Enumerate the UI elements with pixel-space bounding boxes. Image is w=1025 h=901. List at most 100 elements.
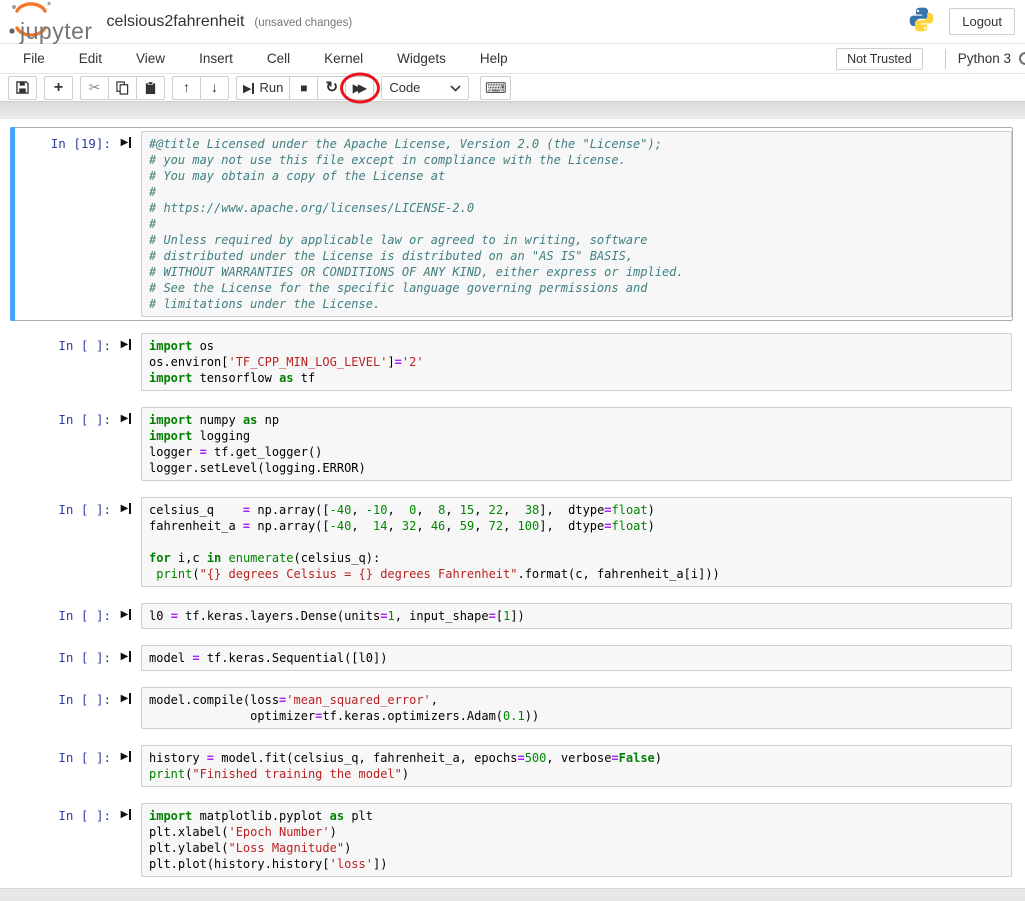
code-cell[interactable]: In [ ]:▶import matplotlib.pyplot as pltp… xyxy=(10,799,1013,881)
run-button[interactable]: ▶ Run xyxy=(236,76,290,100)
run-cell-marker[interactable]: ▶ xyxy=(111,131,141,317)
cell-code-editor[interactable]: model = tf.keras.Sequential([l0]) xyxy=(141,645,1012,671)
restart-kernel-button[interactable]: ↻ xyxy=(317,76,346,100)
code-cell[interactable]: In [ ]: ▶ l0 = tf.keras.layers.Dense(units… xyxy=(10,599,1013,633)
code-line: model.compile(loss='mean_squared_error', xyxy=(149,692,1004,708)
code-cell[interactable]: In [ ]: ▶ history = model.fit(celsius_q, f… xyxy=(10,741,1013,791)
run-cell-marker[interactable]: ▶ xyxy=(111,645,141,671)
menu-item-widgets[interactable]: Widgets xyxy=(380,45,463,72)
code-line: print("Finished training the model") xyxy=(149,766,1004,782)
code-line: # You may obtain a copy of the License a… xyxy=(149,168,1004,184)
run-cell-marker[interactable]: ▶ xyxy=(111,687,141,729)
move-cell-down-button[interactable]: ↓ xyxy=(200,76,229,100)
run-button-label: Run xyxy=(259,80,283,95)
cell-code-editor[interactable]: import matplotlib.pyplot as pltplt.xlabe… xyxy=(141,803,1012,877)
code-line: l0 = tf.keras.layers.Dense(units=1, inpu… xyxy=(149,608,1004,624)
cell-code-editor[interactable]: import osos.environ['TF_CPP_MIN_LOG_LEVE… xyxy=(141,333,1012,391)
cell-input-prompt: In [ ]: xyxy=(11,497,111,587)
code-line: # distributed under the License is distr… xyxy=(149,248,1004,264)
menu-item-view[interactable]: View xyxy=(119,45,182,72)
cell-code-editor[interactable]: model.compile(loss='mean_squared_error',… xyxy=(141,687,1012,729)
code-cell[interactable]: In [ ]:▶import numpy as npimport logging… xyxy=(10,403,1013,485)
not-trusted-badge[interactable]: Not Trusted xyxy=(836,48,923,70)
run-cell-marker[interactable]: ▶ xyxy=(111,497,141,587)
run-cell-marker[interactable]: ▶ xyxy=(111,407,141,481)
code-line: # xyxy=(149,216,1004,232)
cell-type-dropdown[interactable]: Code xyxy=(381,76,469,100)
kernel-idle-icon xyxy=(1019,52,1025,65)
code-line: plt.xlabel('Epoch Number') xyxy=(149,824,1004,840)
logout-button[interactable]: Logout xyxy=(949,8,1015,35)
code-line: # limitations under the License. xyxy=(149,296,1004,312)
cell-code-editor[interactable]: celsius_q = np.array([-40, -10, 0, 8, 15… xyxy=(141,497,1012,587)
move-cell-up-button[interactable]: ↑ xyxy=(172,76,201,100)
stop-icon: ■ xyxy=(300,80,307,95)
step-forward-icon: ▶ xyxy=(121,136,132,149)
code-line: # See the License for the specific langu… xyxy=(149,280,1004,296)
code-cell[interactable]: In [ ]:▶import osos.environ['TF_CPP_MIN_… xyxy=(10,329,1013,395)
add-cell-button[interactable]: + xyxy=(44,76,73,100)
menu-item-cell[interactable]: Cell xyxy=(250,45,307,72)
code-line: import logging xyxy=(149,428,1004,444)
cell-input-prompt: In [ ]: xyxy=(11,745,111,787)
jupyter-logo-text: jupyter xyxy=(20,18,93,45)
toolbar-button-group xyxy=(8,76,37,100)
menu-item-kernel[interactable]: Kernel xyxy=(307,45,380,72)
cell-type-selected-value: Code xyxy=(389,80,420,95)
command-palette-button[interactable]: ⌨ xyxy=(480,76,511,100)
cell-code-editor[interactable]: import numpy as npimport logginglogger =… xyxy=(141,407,1012,481)
run-cell-marker[interactable]: ▶ xyxy=(111,333,141,391)
menu-item-edit[interactable]: Edit xyxy=(62,45,119,72)
code-line: for i,c in enumerate(celsius_q): xyxy=(149,550,1004,566)
menu-item-insert[interactable]: Insert xyxy=(182,45,250,72)
menu-item-file[interactable]: File xyxy=(6,45,62,72)
menu-item-help[interactable]: Help xyxy=(463,45,525,72)
paste-cell-button[interactable] xyxy=(136,76,165,100)
header: jupyter celsious2fahrenheit (unsaved cha… xyxy=(0,0,1025,44)
step-forward-icon: ▶ xyxy=(121,608,132,621)
step-forward-icon: ▶ xyxy=(121,692,132,705)
notebook-save-status: (unsaved changes) xyxy=(254,17,352,29)
step-forward-icon: ▶ xyxy=(121,750,132,763)
cell-input-prompt: In [ ]: xyxy=(11,603,111,629)
code-line: print("{} degrees Celsius = {} degrees F… xyxy=(149,566,1004,582)
code-line: os.environ['TF_CPP_MIN_LOG_LEVEL']='2' xyxy=(149,354,1004,370)
notebook-title[interactable]: celsious2fahrenheit xyxy=(107,13,245,31)
copy-icon xyxy=(116,81,129,95)
restart-icon: ↻ xyxy=(326,80,339,95)
save-icon xyxy=(16,81,29,94)
run-cell-marker[interactable]: ▶ xyxy=(111,745,141,787)
code-line: # WITHOUT WARRANTIES OR CONDITIONS OF AN… xyxy=(149,264,1004,280)
step-forward-icon: ▶ xyxy=(121,338,132,351)
cell-input-prompt: In [ ]: xyxy=(11,407,111,481)
code-cell[interactable]: In [ ]: ▶ model.compile(loss='mean_squared… xyxy=(10,683,1013,733)
jupyter-logo[interactable]: jupyter xyxy=(8,0,93,43)
cell-code-editor[interactable]: l0 = tf.keras.layers.Dense(units=1, inpu… xyxy=(141,603,1012,629)
step-forward-icon: ▶ xyxy=(243,80,254,95)
run-cell-marker[interactable]: ▶ xyxy=(111,803,141,877)
code-cell[interactable]: In [19]:▶#@title Licensed under the Apac… xyxy=(10,127,1013,321)
code-line: history = model.fit(celsius_q, fahrenhei… xyxy=(149,750,1004,766)
code-line: plt.plot(history.history['loss']) xyxy=(149,856,1004,872)
code-line: # Unless required by applicable law or a… xyxy=(149,232,1004,248)
save-button[interactable] xyxy=(8,76,37,100)
code-line: # https://www.apache.org/licenses/LICENS… xyxy=(149,200,1004,216)
menubar: FileEditViewInsertCellKernelWidgetsHelp … xyxy=(0,44,1025,74)
step-forward-icon: ▶ xyxy=(121,808,132,821)
cell-code-editor[interactable]: history = model.fit(celsius_q, fahrenhei… xyxy=(141,745,1012,787)
page-bottom-band xyxy=(0,888,1025,901)
keyboard-icon: ⌨ xyxy=(485,79,507,97)
menu-items: FileEditViewInsertCellKernelWidgetsHelp xyxy=(6,45,525,72)
restart-run-all-button[interactable]: ▶▶ xyxy=(345,76,374,100)
cut-cell-button[interactable]: ✂ xyxy=(80,76,109,100)
code-cell[interactable]: In [ ]:▶model = tf.keras.Sequential([l0]… xyxy=(10,641,1013,675)
step-forward-icon: ▶ xyxy=(121,502,132,515)
cell-input-prompt: In [ ]: xyxy=(11,687,111,729)
copy-cell-button[interactable] xyxy=(108,76,137,100)
code-line: celsius_q = np.array([-40, -10, 0, 8, 15… xyxy=(149,502,1004,518)
interrupt-kernel-button[interactable]: ■ xyxy=(289,76,318,100)
code-cell[interactable]: In [ ]: ▶ celsius_q = np.array([-40, -10, … xyxy=(10,493,1013,591)
run-cell-marker[interactable]: ▶ xyxy=(111,603,141,629)
toolbar-button-group: ↑↓ xyxy=(172,76,229,100)
cell-code-editor[interactable]: #@title Licensed under the Apache Licens… xyxy=(141,131,1012,317)
